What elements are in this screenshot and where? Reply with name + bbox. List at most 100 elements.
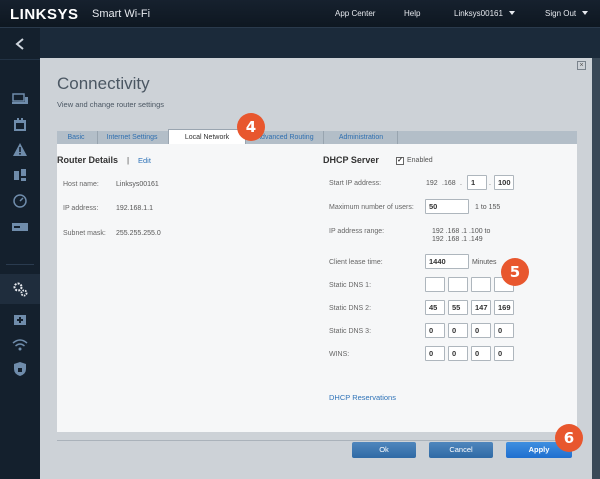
devices-icon	[12, 93, 28, 104]
storage-icon	[12, 223, 28, 231]
sidebar-item-storage[interactable]	[11, 218, 29, 236]
dhcp-server-heading: DHCP Server	[323, 155, 379, 165]
gauge-icon	[13, 194, 27, 208]
dhcp-enabled-checkbox[interactable]: ✓	[396, 157, 404, 165]
page-title: Connectivity	[57, 74, 150, 93]
dns2-octet2-input[interactable]: 55	[448, 300, 468, 315]
sign-out-label: Sign Out	[545, 9, 577, 18]
media-icon	[14, 169, 26, 181]
start-ip-octet3-input[interactable]: 1	[467, 175, 487, 190]
tab-divider	[323, 131, 324, 144]
dns2-octet4-input[interactable]: 169	[494, 300, 514, 315]
dns3-octet3-input[interactable]: 0	[471, 323, 491, 338]
sidebar-item-devices[interactable]	[11, 90, 29, 108]
ok-button[interactable]: Ok	[352, 442, 416, 458]
heading-separator: |	[127, 156, 130, 165]
ip-address-value: 192.168.1.1	[116, 205, 153, 212]
header-band	[40, 28, 600, 58]
dns2-octet1-input[interactable]: 45	[425, 300, 445, 315]
sign-out-menu[interactable]: Sign Out	[545, 9, 589, 18]
dhcp-reservations-link[interactable]: DHCP Reservations	[329, 393, 396, 402]
start-ip-octet1: 192	[426, 180, 438, 187]
product-name: Smart Wi-Fi	[92, 8, 151, 20]
brand-logo: LINKSYS	[10, 6, 79, 23]
local-network-pane: Router Details | Edit Host name: Linksys…	[57, 144, 577, 432]
wins-octet1-input[interactable]: 0	[425, 346, 445, 361]
chevron-down-icon	[508, 11, 515, 15]
wins-octet3-input[interactable]: 0	[471, 346, 491, 361]
dns3-octet4-input[interactable]: 0	[494, 323, 514, 338]
tab-internet-settings[interactable]: Internet Settings	[99, 131, 165, 144]
dns1-octet1-input[interactable]	[425, 277, 445, 292]
help-link[interactable]: Help	[404, 9, 420, 18]
start-ip-dot: .	[489, 180, 491, 187]
ip-range-from: 192 .168 .1 .100 to	[432, 228, 491, 235]
start-ip-octet4-input[interactable]: 100	[494, 175, 514, 190]
sidebar	[0, 28, 40, 479]
wifi-icon	[12, 339, 28, 351]
dns2-octet3-input[interactable]: 147	[471, 300, 491, 315]
footer-divider	[57, 440, 577, 441]
calendar-icon	[14, 118, 26, 131]
dhcp-enabled-label: Enabled	[407, 157, 433, 164]
sidebar-item-parental[interactable]	[11, 116, 29, 134]
lease-time-label: Client lease time:	[329, 259, 383, 266]
firstaid-icon	[14, 315, 26, 325]
subnet-mask-label: Subnet mask:	[63, 230, 106, 237]
sidebar-item-alerts[interactable]	[11, 140, 29, 158]
page-subtitle: View and change router settings	[57, 100, 165, 109]
sidebar-item-security[interactable]	[11, 360, 29, 378]
step-callout-5: 5	[501, 258, 529, 286]
start-ip-label: Start IP address:	[329, 180, 382, 187]
shield-icon	[14, 362, 26, 376]
dns3-octet2-input[interactable]: 0	[448, 323, 468, 338]
chevron-left-icon	[15, 37, 24, 50]
step-callout-6: 6	[555, 424, 583, 452]
warning-icon	[13, 142, 27, 156]
max-users-label: Maximum number of users:	[329, 204, 414, 211]
tab-divider	[397, 131, 398, 144]
app-center-link[interactable]: App Center	[335, 9, 375, 18]
tab-local-network[interactable]: Local Network	[168, 129, 246, 145]
sidebar-item-wireless[interactable]	[11, 336, 29, 354]
edit-link[interactable]: Edit	[138, 156, 151, 165]
tab-administration[interactable]: Administration	[327, 131, 395, 144]
lease-time-input[interactable]: 1440	[425, 254, 469, 269]
close-button[interactable]: ×	[577, 61, 586, 70]
step-callout-4: 4	[237, 113, 265, 141]
sidebar-divider	[6, 264, 34, 265]
tab-bar: Basic Internet Settings Local Network Ad…	[57, 129, 577, 145]
top-bar: LINKSYS Smart Wi-Fi App Center Help Link…	[0, 0, 600, 28]
static-dns2-label: Static DNS 2:	[329, 305, 372, 312]
sidebar-item-speed[interactable]	[11, 192, 29, 210]
start-ip-dot: .	[460, 180, 462, 187]
start-ip-octet2: .168	[442, 180, 456, 187]
tab-divider	[97, 131, 98, 144]
ip-range-label: IP address range:	[329, 228, 385, 235]
ip-range-to: 192 .168 .1 .149	[432, 236, 483, 243]
user-menu[interactable]: Linksys00161	[454, 9, 515, 18]
tab-basic[interactable]: Basic	[57, 131, 95, 144]
cancel-button[interactable]: Cancel	[429, 442, 493, 458]
max-users-input[interactable]: 50	[425, 199, 469, 214]
static-dns3-label: Static DNS 3:	[329, 328, 372, 335]
user-name: Linksys00161	[454, 9, 503, 18]
chevron-down-icon	[582, 11, 589, 15]
host-name-label: Host name:	[63, 181, 99, 188]
subnet-mask-value: 255.255.255.0	[116, 230, 161, 237]
lease-time-unit: Minutes	[472, 259, 497, 266]
ip-address-label: IP address:	[63, 205, 99, 212]
router-details-heading: Router Details	[57, 155, 119, 165]
host-name-value: Linksys00161	[116, 181, 159, 188]
dns1-octet3-input[interactable]	[471, 277, 491, 292]
sidebar-item-troubleshoot[interactable]	[11, 310, 29, 328]
sidebar-item-media[interactable]	[11, 166, 29, 184]
dns1-octet2-input[interactable]	[448, 277, 468, 292]
back-button[interactable]	[0, 28, 40, 60]
dns3-octet1-input[interactable]: 0	[425, 323, 445, 338]
wins-octet4-input[interactable]: 0	[494, 346, 514, 361]
wins-octet2-input[interactable]: 0	[448, 346, 468, 361]
gears-icon	[13, 282, 28, 297]
sidebar-item-connectivity[interactable]	[11, 280, 29, 298]
static-dns1-label: Static DNS 1:	[329, 282, 372, 289]
